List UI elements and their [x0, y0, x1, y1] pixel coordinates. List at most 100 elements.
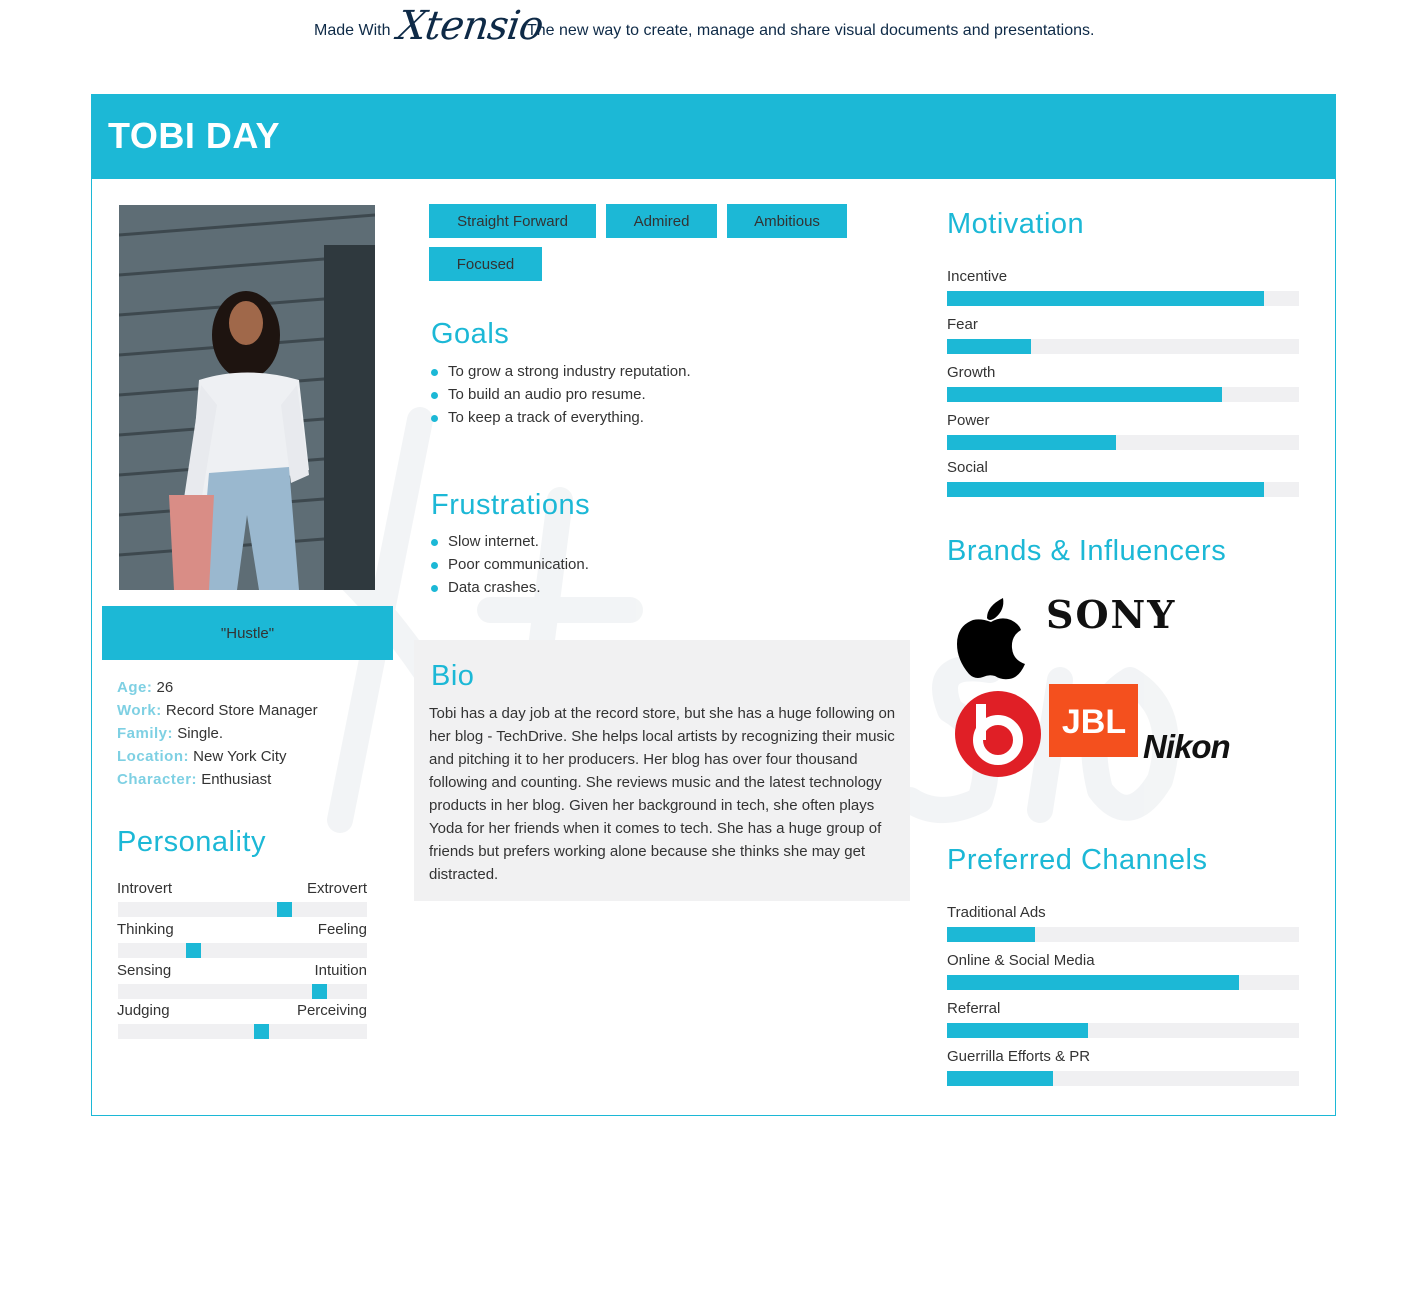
channel-bar: Referral — [947, 1000, 1299, 1040]
tag-ambitious[interactable]: Ambitious — [727, 204, 847, 238]
persona-info: Age: 26 Work: Record Store Manager Famil… — [117, 676, 387, 791]
jbl-text: JBL — [1062, 703, 1126, 741]
tag-straight-forward[interactable]: Straight Forward — [429, 204, 596, 238]
bar-fill — [947, 339, 1032, 354]
channel-label: Traditional Ads — [947, 904, 1046, 921]
bar-track — [947, 1071, 1299, 1086]
personality-title: Personality — [117, 826, 266, 858]
motivation-label: Growth — [947, 364, 996, 381]
xtensio-logo[interactable]: Xtensio — [395, 3, 546, 49]
bar-track — [947, 387, 1299, 402]
frustrations-title: Frustrations — [431, 489, 591, 521]
trait-knob[interactable] — [277, 902, 292, 917]
bar-track — [947, 927, 1299, 942]
tag-focused[interactable]: Focused — [429, 247, 542, 281]
goals-list: To grow a strong industry reputation. To… — [431, 360, 891, 429]
bar-fill — [947, 387, 1222, 402]
personality-slider: Thinking Feeling — [117, 921, 367, 961]
motivation-label: Power — [947, 412, 990, 429]
bar-track — [947, 339, 1299, 354]
info-row-work: Work: Record Store Manager — [117, 699, 387, 722]
motivation-label: Social — [947, 459, 988, 476]
channel-bar: Online & Social Media — [947, 952, 1299, 992]
trait-right-label: Intuition — [314, 962, 367, 979]
personality-slider: Judging Perceiving — [117, 1002, 367, 1042]
jbl-mark-icon: JBL — [1062, 703, 1126, 741]
info-row-family: Family: Single. — [117, 722, 387, 745]
bar-fill — [947, 435, 1116, 450]
trait-right-label: Perceiving — [296, 1002, 367, 1019]
bar-track — [947, 1023, 1299, 1038]
bar-track — [947, 482, 1299, 497]
xtensio-banner: Made With Xtensio The new way to create,… — [0, 0, 1427, 64]
motivation-title: Motivation — [947, 208, 1085, 240]
goal-item: To build an audio pro resume. — [431, 383, 891, 406]
frustration-item: Poor communication. — [431, 553, 891, 576]
info-key: Location: — [117, 748, 189, 765]
trait-right-label: Feeling — [317, 921, 367, 938]
brands-title: Brands & Influencers — [947, 535, 1227, 567]
motivation-bar: Growth — [947, 364, 1299, 404]
bar-fill — [947, 1023, 1088, 1038]
trait-track — [118, 902, 367, 917]
trait-left-label: Thinking — [117, 921, 174, 938]
banner-tagline: The new way to create, manage and share … — [527, 22, 1095, 39]
info-key: Family: — [117, 725, 174, 742]
frustration-item: Slow internet. — [431, 530, 891, 553]
info-row-location: Location: New York City — [117, 745, 387, 768]
motivation-bar: Fear — [947, 316, 1299, 356]
trait-knob[interactable] — [186, 943, 201, 958]
sony-logo: SONY — [1046, 592, 1177, 637]
info-value: 26 — [156, 679, 174, 696]
trait-left-label: Sensing — [117, 962, 172, 979]
bio-title: Bio — [431, 660, 475, 692]
trait-track — [118, 984, 367, 999]
nikon-logo: Nikon — [1143, 728, 1231, 765]
channel-bar: Guerrilla Efforts & PR — [947, 1048, 1299, 1088]
channel-label: Referral — [947, 1000, 1001, 1017]
trait-left-label: Judging — [117, 1002, 170, 1019]
persona-photo — [119, 205, 375, 590]
info-row-age: Age: 26 — [117, 676, 387, 699]
bar-track — [947, 291, 1299, 306]
goal-item: To keep a track of everything. — [431, 406, 891, 429]
info-value: Record Store Manager — [165, 702, 318, 719]
bar-fill — [947, 975, 1240, 990]
jbl-logo: JBL — [1049, 684, 1138, 757]
made-with-label: Made With — [314, 22, 391, 39]
frustrations-list: Slow internet. Poor communication. Data … — [431, 530, 891, 599]
apple-logo-icon — [957, 598, 1025, 680]
beats-logo-icon — [955, 691, 1041, 777]
goal-item: To grow a strong industry reputation. — [431, 360, 891, 383]
trait-track — [118, 1024, 367, 1039]
persona-header: TOBI DAY — [92, 95, 1335, 179]
trait-knob[interactable] — [312, 984, 327, 999]
channels-title: Preferred Channels — [947, 844, 1208, 876]
bio-text: Tobi has a day job at the record store, … — [429, 705, 896, 883]
info-key: Age: — [117, 679, 153, 696]
bar-track — [947, 975, 1299, 990]
bar-fill — [947, 927, 1035, 942]
channel-label: Guerrilla Efforts & PR — [947, 1048, 1091, 1065]
motivation-bar: Social — [947, 459, 1299, 499]
info-value: New York City — [193, 748, 287, 765]
persona-name: TOBI DAY — [108, 115, 281, 156]
goals-title: Goals — [431, 318, 510, 350]
motivation-label: Incentive — [947, 268, 1008, 285]
frustration-item: Data crashes. — [431, 576, 891, 599]
motivation-label: Fear — [947, 316, 978, 333]
tag-admired[interactable]: Admired — [606, 204, 717, 238]
trait-left-label: Introvert — [117, 880, 173, 897]
persona-quote: "Hustle" — [102, 606, 393, 660]
bar-fill — [947, 291, 1264, 306]
trait-track — [118, 943, 367, 958]
channel-bar: Traditional Ads — [947, 904, 1299, 944]
info-value: Single. — [177, 725, 224, 742]
trait-right-label: Extrovert — [306, 880, 367, 897]
motivation-bar: Incentive — [947, 268, 1299, 308]
trait-knob[interactable] — [254, 1024, 269, 1039]
motivation-bar: Power — [947, 412, 1299, 452]
info-key: Work: — [117, 702, 162, 719]
bar-fill — [947, 482, 1264, 497]
info-value: Enthusiast — [201, 771, 272, 788]
